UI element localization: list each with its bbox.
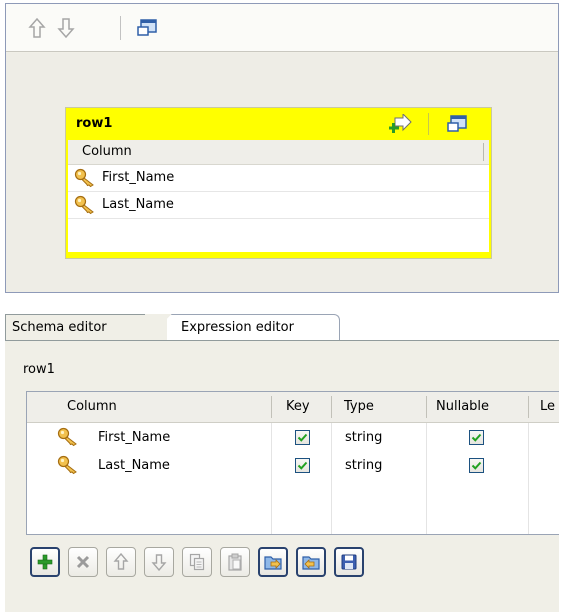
import-button[interactable]	[258, 547, 288, 577]
move-up-button[interactable]	[106, 547, 136, 577]
tabs-strip: Expression editor Schema editor	[5, 310, 559, 340]
paste-button[interactable]	[220, 547, 250, 577]
key-checkbox[interactable]	[295, 430, 310, 445]
tab-schema-editor[interactable]: Schema editor	[5, 314, 167, 340]
arrow-down-icon	[57, 18, 75, 39]
row1-title: row1	[76, 116, 113, 131]
row1-columns-list: Column First_Name Last_Name	[68, 140, 489, 252]
schema-table[interactable]: Column Key Type Nullable Le First_Name s…	[26, 391, 559, 535]
header-separator	[428, 113, 429, 135]
move-down-button[interactable]	[144, 547, 174, 577]
column-header-separator	[483, 143, 484, 161]
column-name: Last_Name	[102, 197, 174, 212]
header-type[interactable]: Type	[344, 399, 374, 414]
key-icon	[57, 455, 79, 479]
key-icon	[57, 427, 79, 451]
key-icon	[74, 168, 98, 188]
check-icon	[297, 433, 308, 442]
schema-editor-content: row1 Column Key Type Nullable Le First_N…	[5, 340, 559, 612]
editor-panel: Expression editor Schema editor row1 Col…	[5, 310, 559, 612]
cell-type[interactable]: string	[345, 430, 382, 445]
x-icon	[76, 555, 90, 569]
add-button[interactable]	[30, 547, 60, 577]
table-row[interactable]: First_Name string	[27, 424, 559, 452]
table-row[interactable]: Last_Name string	[27, 452, 559, 480]
arrow-up-icon	[113, 553, 129, 570]
header-length[interactable]: Le	[540, 399, 555, 414]
window-button[interactable]	[132, 13, 162, 43]
column-header: Column	[68, 140, 489, 165]
schema-name-label: row1	[23, 362, 55, 377]
check-icon	[297, 461, 308, 470]
top-toolbar	[6, 4, 558, 52]
header-column[interactable]: Column	[67, 399, 117, 414]
table-header: Column Key Type Nullable Le	[27, 392, 559, 423]
header-separator[interactable]	[271, 396, 272, 418]
column-name: First_Name	[102, 170, 175, 185]
export-icon	[302, 556, 320, 570]
tab-expression-editor[interactable]: Expression editor	[162, 314, 340, 340]
move-up-button[interactable]	[24, 13, 50, 43]
export-button[interactable]	[296, 547, 326, 577]
plus-icon	[37, 554, 53, 570]
column-header-label: Column	[82, 144, 132, 159]
header-separator[interactable]	[426, 396, 427, 418]
tab-label: Schema editor	[12, 320, 107, 335]
arrow-down-icon	[151, 554, 167, 571]
check-icon	[471, 461, 482, 470]
key-icon	[74, 195, 98, 215]
tab-label: Expression editor	[181, 320, 294, 335]
cell-column[interactable]: First_Name	[98, 430, 170, 445]
arrow-up-icon	[28, 17, 46, 38]
window-icon	[137, 19, 157, 36]
tab-edge	[145, 314, 173, 340]
remove-button[interactable]	[68, 547, 98, 577]
header-nullable[interactable]: Nullable	[436, 399, 489, 414]
nullable-checkbox[interactable]	[469, 430, 484, 445]
toolbar-separator	[120, 16, 121, 40]
list-item[interactable]: Last_Name	[68, 192, 489, 219]
header-key[interactable]: Key	[286, 399, 310, 414]
cell-type[interactable]: string	[345, 458, 382, 473]
copy-icon	[189, 553, 205, 571]
window-icon[interactable]	[446, 114, 468, 138]
save-icon	[341, 554, 357, 570]
key-checkbox[interactable]	[295, 458, 310, 473]
header-separator[interactable]	[528, 396, 529, 418]
paste-icon	[228, 553, 242, 571]
add-output-icon[interactable]	[389, 112, 413, 138]
row1-table-box[interactable]: row1 Column First_Name Last_Name	[65, 107, 492, 259]
list-item[interactable]: First_Name	[68, 165, 489, 192]
move-down-button[interactable]	[53, 13, 79, 43]
import-icon	[264, 556, 282, 570]
row1-header: row1	[66, 108, 491, 140]
check-icon	[471, 433, 482, 442]
save-button[interactable]	[334, 547, 364, 577]
copy-button[interactable]	[182, 547, 212, 577]
cell-column[interactable]: Last_Name	[98, 458, 170, 473]
header-separator[interactable]	[331, 396, 332, 418]
nullable-checkbox[interactable]	[469, 458, 484, 473]
